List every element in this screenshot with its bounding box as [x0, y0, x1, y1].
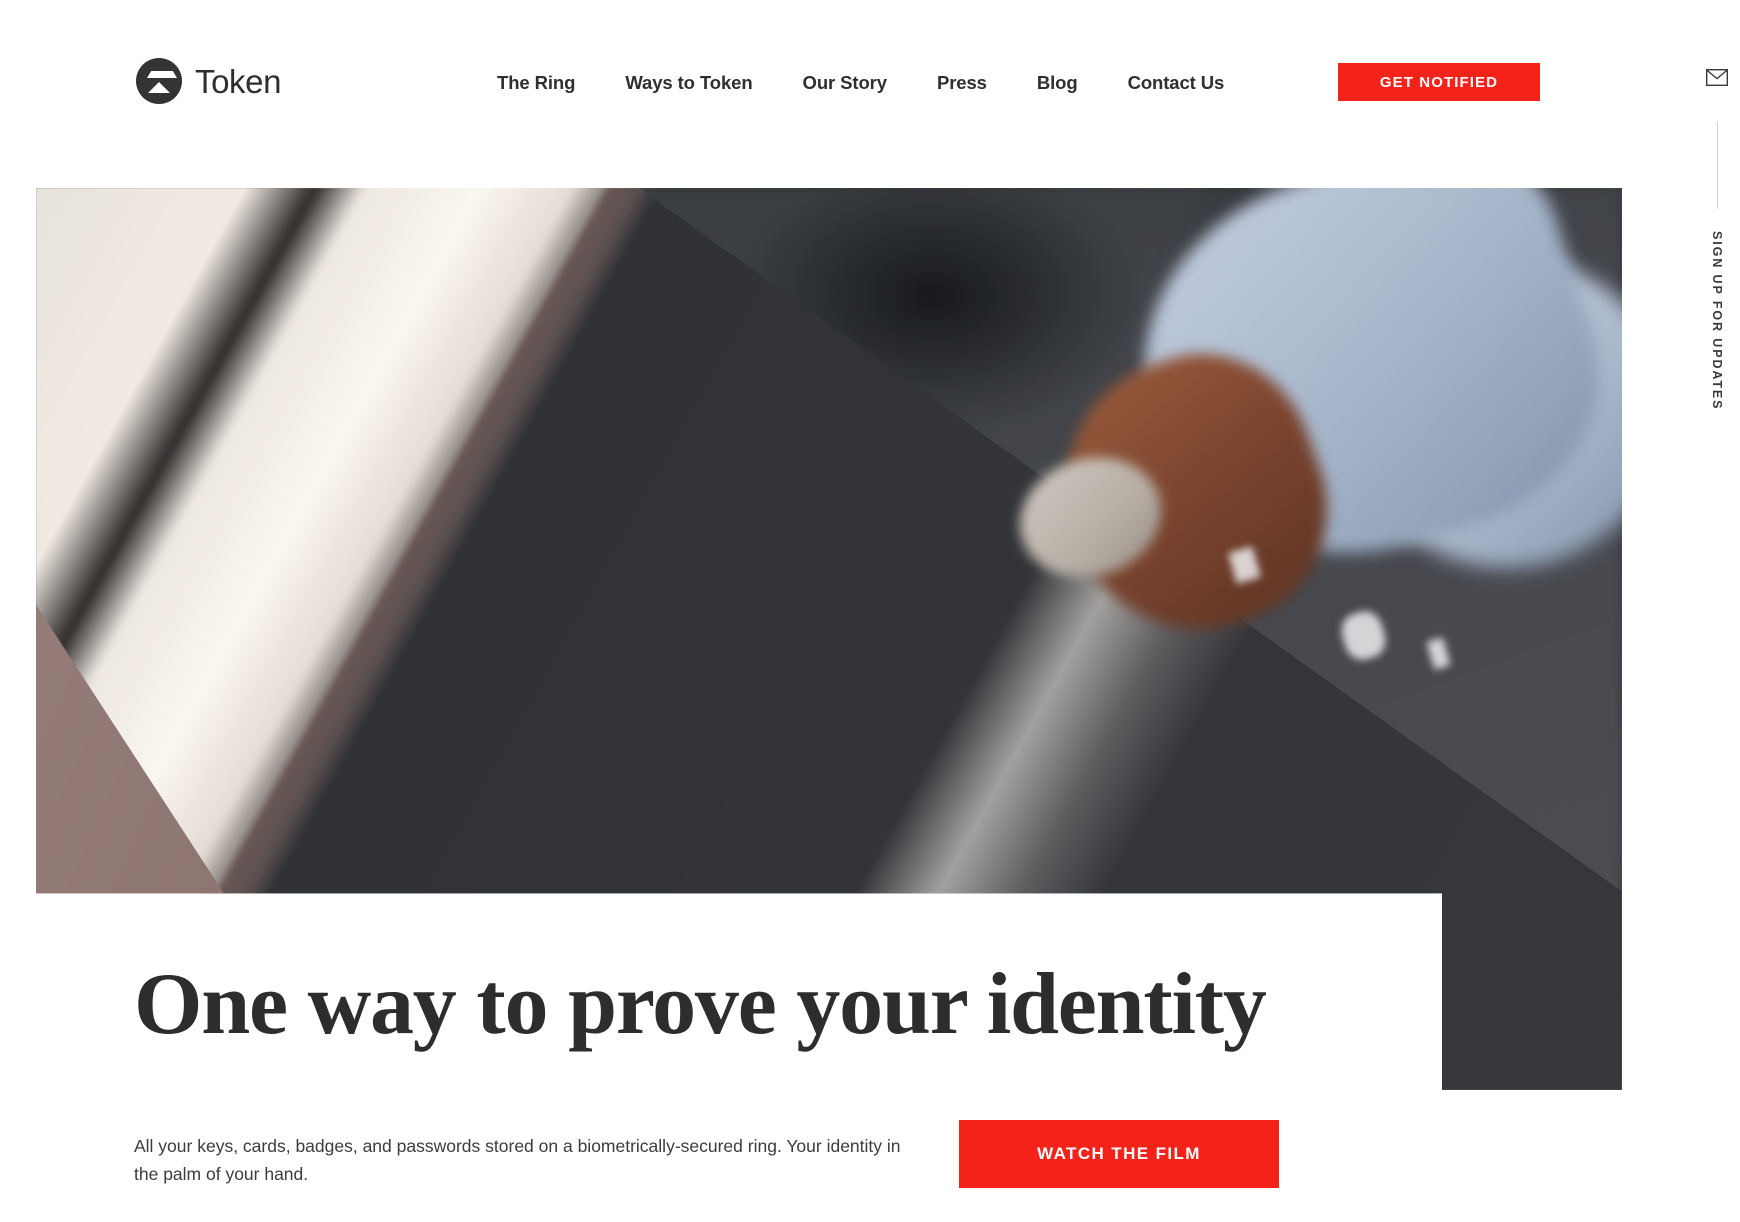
nav-item-the-ring[interactable]: The Ring: [497, 66, 575, 100]
page-title: One way to prove your identity: [134, 956, 1267, 1053]
logo-bar-shape: [156, 71, 162, 78]
envelope-icon[interactable]: [1706, 69, 1728, 86]
photo-door-panel: [36, 188, 1622, 1090]
brand-logo-link[interactable]: Token: [136, 58, 281, 104]
get-notified-button[interactable]: GET NOTIFIED: [1338, 63, 1540, 101]
hero-image: [36, 188, 1622, 1090]
nav-item-contact-us[interactable]: Contact Us: [1128, 66, 1225, 100]
nav-item-blog[interactable]: Blog: [1037, 66, 1078, 100]
brand-name: Token: [195, 62, 282, 100]
hero-subtitle: All your keys, cards, badges, and passwo…: [134, 1136, 901, 1185]
rail-divider: [1716, 122, 1718, 209]
signup-right-rail: SIGN UP FOR UPDATES: [1694, 0, 1740, 1222]
site-header: Token The Ring Ways to Token Our Story P…: [0, 0, 1694, 145]
nav-item-press[interactable]: Press: [937, 66, 987, 100]
watch-the-film-button[interactable]: WATCH THE FILM: [959, 1120, 1279, 1188]
sign-up-for-updates-label[interactable]: SIGN UP FOR UPDATES: [1710, 231, 1724, 410]
nav-item-ways-to-token[interactable]: Ways to Token: [625, 66, 752, 100]
hero-subtitle-row: All your keys, cards, badges, and passwo…: [134, 1120, 1294, 1189]
page-root: Token The Ring Ways to Token Our Story P…: [0, 0, 1740, 1222]
token-logo-icon: [136, 58, 182, 104]
nav-item-our-story[interactable]: Our Story: [803, 66, 888, 100]
hero-copy: One way to prove your identity All your …: [134, 956, 1354, 1188]
primary-navigation: The Ring Ways to Token Our Story Press B…: [497, 66, 1224, 100]
logo-triangle-shape: [148, 82, 170, 93]
